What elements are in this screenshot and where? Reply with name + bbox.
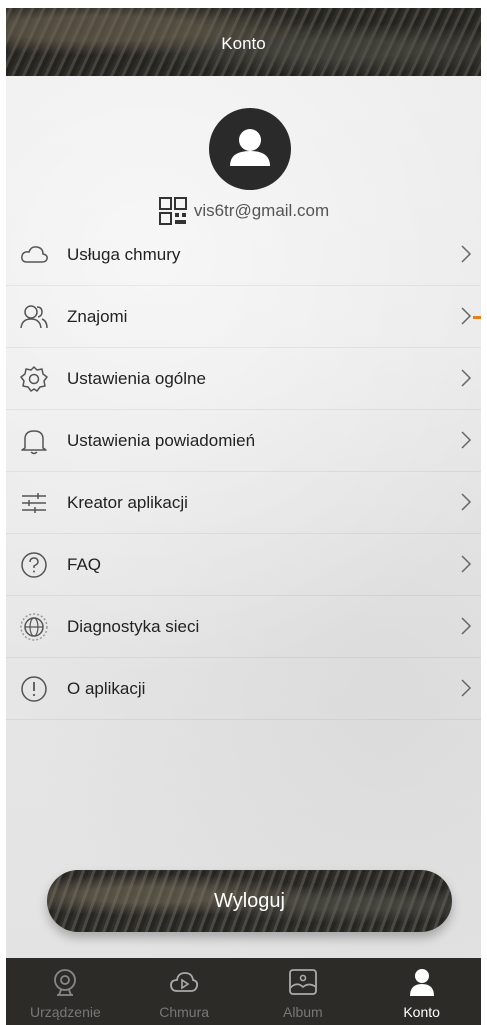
tab-label: Chmura [159, 1004, 210, 1020]
chevron-right-icon [461, 307, 472, 325]
chevron-right-icon [461, 245, 472, 263]
globe-icon [20, 613, 48, 641]
sliders-icon [22, 493, 46, 513]
menu-item-general-settings[interactable]: Ustawienia ogólne [6, 348, 481, 410]
user-icon [230, 129, 270, 166]
page-title: Konto [221, 34, 266, 53]
header-bar: Konto [6, 8, 481, 76]
menu-label: Diagnostyka sieci [67, 616, 200, 636]
screen: Konto vis6tr@gmail.com Usługa chmury Zna… [6, 8, 481, 1025]
account-content: vis6tr@gmail.com Usługa chmury Znajomi U… [6, 76, 481, 958]
gear-icon [20, 366, 48, 392]
tab-cloud[interactable]: Chmura [125, 958, 244, 1025]
bell-icon [21, 430, 47, 455]
menu-item-notification-settings[interactable]: Ustawienia powiadomień [6, 410, 481, 472]
bottom-tab-bar: Urządzenie Chmura Album Konto [6, 958, 481, 1025]
menu-label: FAQ [67, 554, 102, 574]
menu-item-app-wizard[interactable]: Kreator aplikacji [6, 472, 481, 534]
tab-label: Urządzenie [29, 1004, 101, 1020]
info-icon [21, 676, 47, 702]
logout-button[interactable]: Wyloguj [47, 870, 452, 932]
menu-label: Kreator aplikacji [67, 492, 188, 512]
qr-code-icon[interactable] [158, 196, 188, 226]
cloud-icon [21, 246, 48, 263]
menu-item-faq[interactable]: FAQ [6, 534, 481, 596]
chevron-right-icon [461, 431, 472, 449]
question-icon [21, 552, 47, 578]
chevron-right-icon [461, 493, 472, 511]
account-email: vis6tr@gmail.com [193, 201, 330, 220]
chevron-right-icon [461, 679, 472, 697]
tab-album[interactable]: Album [244, 958, 363, 1025]
menu-item-friends[interactable]: Znajomi [6, 286, 481, 348]
friends-icon [20, 305, 48, 329]
menu-label: Usługa chmury [67, 244, 181, 264]
tab-label: Konto [403, 1004, 440, 1020]
chevron-right-icon [461, 555, 472, 573]
user-icon [409, 969, 434, 996]
avatar[interactable] [209, 108, 291, 190]
menu-item-about[interactable]: O aplikacji [6, 658, 481, 720]
menu-label: Znajomi [67, 306, 128, 326]
tab-label: Album [283, 1004, 323, 1020]
menu-item-cloud-service[interactable]: Usługa chmury [6, 224, 481, 286]
tab-account[interactable]: Konto [362, 958, 481, 1025]
menu-label: Ustawienia ogólne [67, 368, 206, 388]
indicator-mark [473, 316, 481, 319]
cloud-play-icon [170, 972, 199, 992]
settings-menu: Usługa chmury Znajomi Ustawienia ogólne … [6, 224, 481, 720]
menu-label: Ustawienia powiadomień [67, 430, 256, 450]
menu-label: O aplikacji [67, 678, 146, 698]
device-icon [54, 969, 77, 996]
chevron-right-icon [461, 617, 472, 635]
album-icon [288, 969, 317, 995]
menu-item-network-diagnostics[interactable]: Diagnostyka sieci [6, 596, 481, 658]
chevron-right-icon [461, 369, 472, 387]
tab-device[interactable]: Urządzenie [6, 958, 125, 1025]
